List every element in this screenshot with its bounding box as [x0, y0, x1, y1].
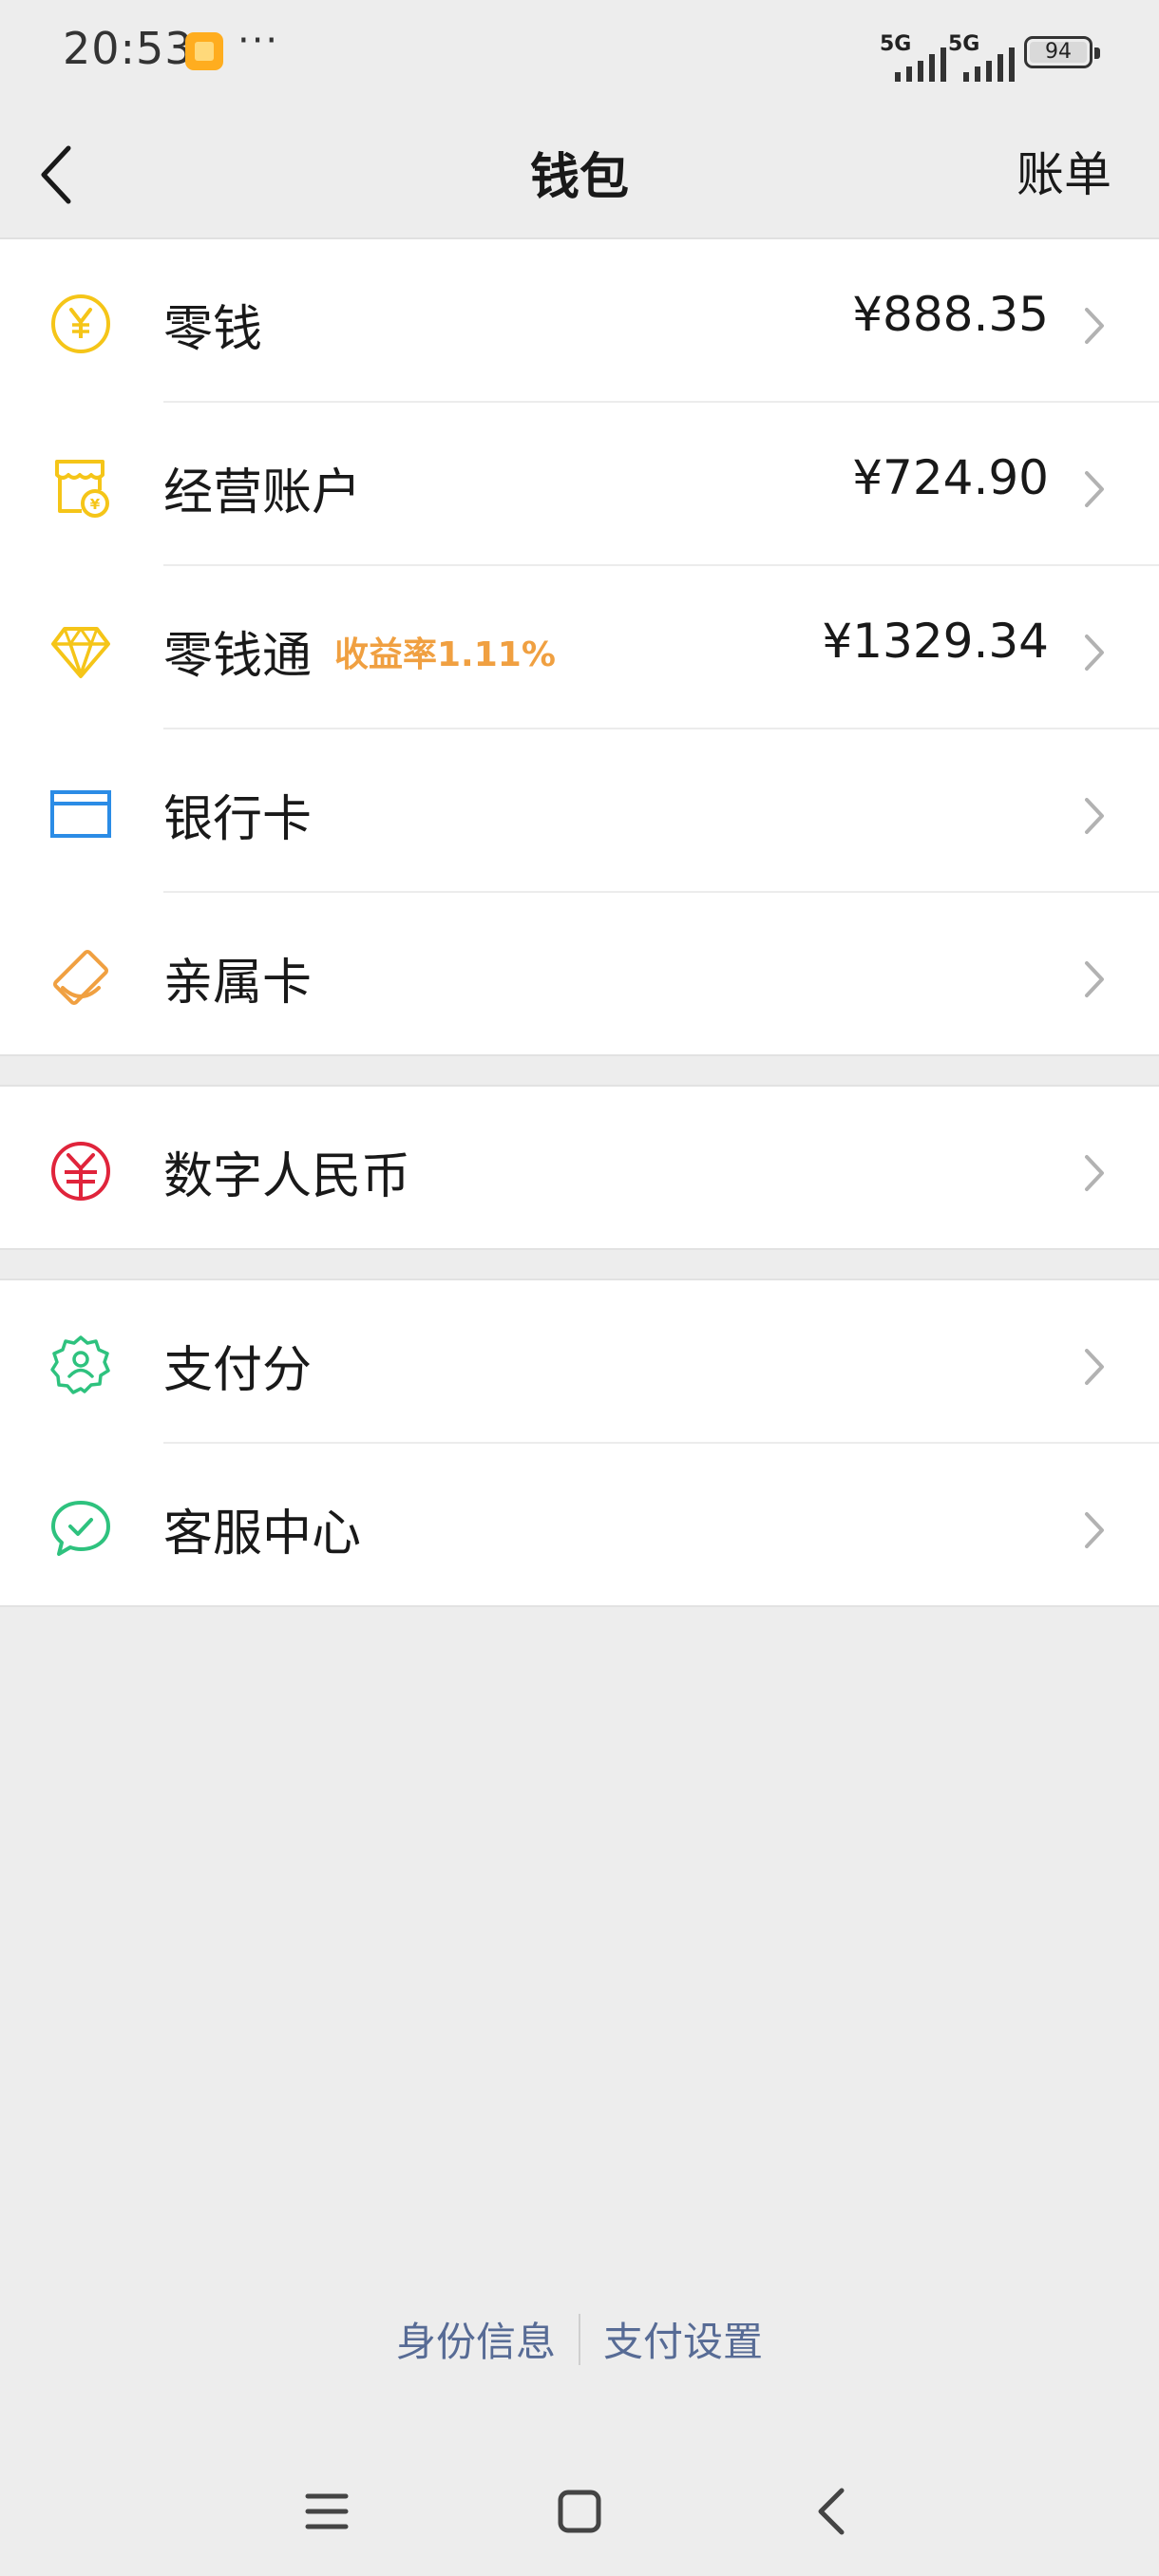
status-time: 20:53 — [63, 23, 194, 74]
chat-check-icon — [51, 1501, 110, 1556]
chevron-right-icon — [1085, 798, 1104, 834]
group-divider — [0, 1054, 1159, 1056]
bank-card-icon — [50, 790, 111, 838]
chevron-right-icon — [1085, 308, 1104, 344]
chevron-right-icon — [1085, 1349, 1104, 1385]
group-divider — [0, 1605, 1159, 1607]
wallet-item-label: 零钱通 — [163, 628, 313, 685]
bills-button[interactable]: 账单 — [1016, 137, 1112, 205]
service-item-pay-score[interactable]: 支付分 — [0, 1280, 1159, 1444]
shop-icon: ¥ — [55, 460, 109, 518]
group-divider — [0, 1248, 1159, 1250]
wallet-item-business-account[interactable]: ¥ 经营账户 ¥724.90 — [0, 403, 1159, 566]
home-icon[interactable] — [551, 2485, 608, 2538]
wallet-item-label: 亲属卡 — [163, 955, 313, 1012]
menu-icon[interactable] — [298, 2485, 355, 2538]
battery-level-text: 94 — [1045, 40, 1072, 64]
more-notifications-icon: ··· — [238, 19, 280, 63]
svg-text:¥: ¥ — [90, 496, 101, 513]
wallet-items-group: 零钱 ¥888.35 ¥ 经营账户 ¥724.90 零钱通 收益率1.11% ¥… — [0, 239, 1159, 1056]
pay-settings-link[interactable]: 支付设置 — [580, 2310, 786, 2368]
wallet-item-amount: ¥888.35 — [852, 287, 1049, 342]
digital-rmb-icon — [51, 1142, 110, 1201]
wallet-item-change-plus[interactable]: 零钱通 收益率1.11% ¥1329.34 — [0, 566, 1159, 729]
diamond-icon — [51, 627, 110, 678]
wallet-item-label: 银行卡 — [163, 791, 313, 848]
chevron-right-icon — [1085, 471, 1104, 507]
status-bar: 20:53 ··· 5G 5G 94 — [0, 0, 1159, 106]
gallery-app-icon — [185, 32, 223, 70]
wallet-item-amount: ¥724.90 — [852, 450, 1049, 505]
service-item-label: 支付分 — [163, 1342, 313, 1399]
chevron-right-icon — [1085, 635, 1104, 671]
service-item-label: 客服中心 — [163, 1506, 362, 1563]
chevron-right-icon — [1085, 1155, 1104, 1191]
service-item-customer-service[interactable]: 客服中心 — [0, 1444, 1159, 1607]
wallet-item-label: 零钱 — [163, 301, 263, 358]
services-group: 支付分 客服中心 — [0, 1280, 1159, 1607]
family-card-icon — [52, 949, 109, 1006]
nav-bar: 钱包 账单 — [0, 106, 1159, 239]
wallet-item-bank-card[interactable]: 银行卡 — [0, 729, 1159, 893]
page-title: 钱包 — [529, 149, 629, 206]
chevron-right-icon — [1085, 961, 1104, 997]
battery-icon: 94 — [1024, 36, 1100, 68]
wallet-item-amount: ¥1329.34 — [822, 614, 1049, 669]
identity-info-link[interactable]: 身份信息 — [373, 2310, 579, 2368]
digital-rmb-label: 数字人民币 — [163, 1148, 411, 1205]
wallet-item-label: 经营账户 — [163, 464, 362, 521]
footer-links: 身份信息 支付设置 — [0, 2310, 1159, 2377]
chevron-right-icon — [1085, 1512, 1104, 1548]
yield-rate-tag: 收益率1.11% — [334, 635, 556, 674]
coin-yen-icon — [51, 294, 110, 353]
wallet-item-change[interactable]: 零钱 ¥888.35 — [0, 239, 1159, 403]
digital-rmb-item[interactable]: 数字人民币 — [0, 1087, 1159, 1250]
digital-currency-group: 数字人民币 — [0, 1087, 1159, 1250]
badge-user-icon — [50, 1335, 110, 1394]
system-nav-bar — [0, 2460, 1159, 2555]
wallet-item-family-card[interactable]: 亲属卡 — [0, 893, 1159, 1056]
back-icon[interactable] — [804, 2485, 861, 2538]
